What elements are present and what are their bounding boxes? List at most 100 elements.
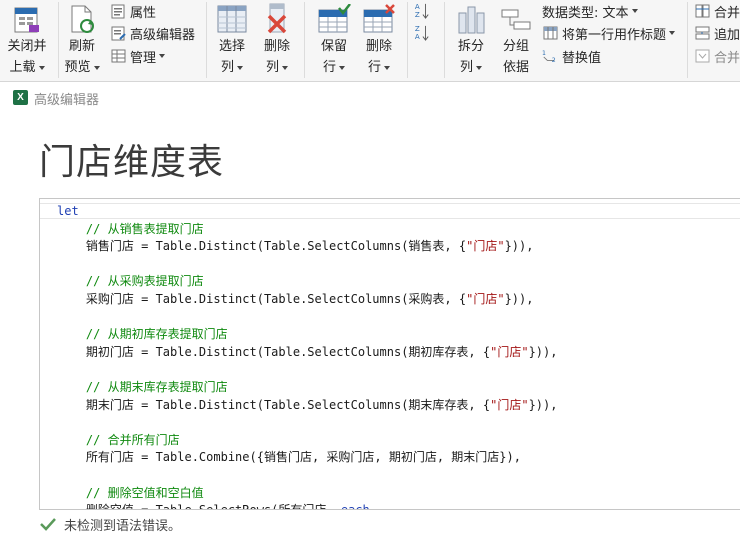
sort-descending-button[interactable]: ZA xyxy=(414,22,436,44)
append-label: 追加 xyxy=(714,27,740,43)
close-and-load-label-1: 关闭并 xyxy=(7,39,47,54)
merge-queries-button[interactable]: 合并 xyxy=(694,0,740,22)
code-line[interactable] xyxy=(57,309,557,327)
code-token: 期末门店 = Table.Distinct(Table.SelectColumn… xyxy=(57,397,491,412)
svg-text:1: 1 xyxy=(542,50,546,57)
group-divider xyxy=(206,2,207,78)
close-and-load-label-2: 上载 xyxy=(9,60,36,75)
advanced-editor-label: 高级编辑器 xyxy=(130,27,196,43)
chevron-down-icon xyxy=(669,31,676,35)
code-line[interactable] xyxy=(57,256,557,274)
data-type-dropdown[interactable]: 数据类型: 文本 xyxy=(542,0,638,22)
split-column-button[interactable]: 拆分 列 xyxy=(452,2,490,78)
combine-files-button[interactable]: 合并 xyxy=(694,45,740,67)
code-line[interactable]: let xyxy=(57,203,557,221)
choose-columns-button[interactable]: 选择 列 xyxy=(212,2,252,78)
code-line[interactable]: 采购门店 = Table.Distinct(Table.SelectColumn… xyxy=(57,291,557,309)
properties-button[interactable]: 属性 xyxy=(110,0,156,22)
remove-columns-icon xyxy=(260,2,294,36)
code-token: // 从期初库存表提取门店 xyxy=(57,327,228,342)
refresh-preview-label-1: 刷新 xyxy=(68,39,95,54)
combine-label: 合并 xyxy=(714,50,740,66)
choose-columns-label-2: 列 xyxy=(220,60,234,75)
sort-ascending-icon: AZ xyxy=(414,2,430,19)
properties-label: 属性 xyxy=(130,5,157,21)
code-token: 采购门店 = Table.Distinct(Table.SelectColumn… xyxy=(57,291,467,306)
group-divider xyxy=(687,2,688,78)
split-column-icon xyxy=(454,2,488,36)
code-token: 销售门店 = Table.Distinct(Table.SelectColumn… xyxy=(57,239,467,254)
code-token: // 从销售表提取门店 xyxy=(57,221,204,236)
split-column-label-2: 列 xyxy=(459,60,473,75)
replace-values-icon: 12 xyxy=(542,48,558,64)
code-text[interactable]: let // 从销售表提取门店 销售门店 = Table.Distinct(Ta… xyxy=(57,203,558,509)
replace-values-button[interactable]: 12 替换值 xyxy=(542,45,601,67)
manage-button[interactable]: 管理 xyxy=(110,45,166,67)
manage-icon xyxy=(110,48,126,64)
remove-rows-label-1: 删除 xyxy=(365,39,392,54)
code-line[interactable]: 所有门店 = Table.Combine({销售门店, 采购门店, 期初门店, … xyxy=(57,449,557,467)
svg-text:Z: Z xyxy=(415,10,420,19)
syntax-status: 未检测到语法错误。 xyxy=(40,515,181,534)
code-line[interactable]: 删除空值 = Table.SelectRows(所有门店, each xyxy=(57,502,557,509)
remove-rows-icon xyxy=(362,2,396,36)
sort-ascending-button[interactable]: AZ xyxy=(414,0,436,22)
remove-rows-button[interactable]: 删除 行 xyxy=(358,2,400,78)
append-queries-button[interactable]: 追加 xyxy=(694,22,740,44)
code-token: let xyxy=(57,204,79,218)
advanced-editor-icon xyxy=(110,25,126,41)
group-by-icon xyxy=(499,2,533,36)
code-token: // 合并所有门店 xyxy=(57,432,180,447)
group-divider xyxy=(444,2,445,78)
code-line[interactable]: 期末门店 = Table.Distinct(Table.SelectColumn… xyxy=(57,397,558,415)
code-token: "门店" xyxy=(466,291,505,306)
code-token: 删除空值 = Table.SelectRows(所有门店, xyxy=(57,503,341,509)
group-divider xyxy=(58,2,59,78)
advanced-editor-button[interactable]: 高级编辑器 xyxy=(110,22,195,44)
group-by-label-2: 依据 xyxy=(502,60,529,75)
refresh-preview-button[interactable]: 刷新 预览 xyxy=(62,2,102,78)
code-line[interactable]: 销售门店 = Table.Distinct(Table.SelectColumn… xyxy=(57,238,557,256)
properties-icon xyxy=(110,3,126,19)
group-divider xyxy=(407,2,408,78)
remove-rows-label-2: 行 xyxy=(367,60,381,75)
code-line[interactable]: // 从期初库存表提取门店 xyxy=(57,326,557,344)
editor-title-bar: X 高级编辑器 xyxy=(0,82,740,112)
code-line[interactable] xyxy=(57,467,557,485)
group-divider xyxy=(304,2,305,78)
code-line[interactable]: // 从期末库存表提取门店 xyxy=(57,379,557,397)
remove-columns-label-1: 删除 xyxy=(263,39,290,54)
code-line[interactable] xyxy=(57,414,557,432)
excel-icon: X xyxy=(13,90,28,105)
remove-columns-button[interactable]: 删除 列 xyxy=(257,2,297,78)
code-token: 所有门店 = Table.Combine({销售门店, 采购门店, 期初门店, … xyxy=(57,450,521,465)
close-and-load-button[interactable]: 关闭并 上载 xyxy=(2,2,52,78)
keep-rows-label-1: 保留 xyxy=(320,39,347,54)
keep-rows-button[interactable]: 保留 行 xyxy=(312,2,356,78)
sort-descending-icon: ZA xyxy=(414,24,430,41)
combine-files-icon xyxy=(694,48,710,64)
replace-values-label: 替换值 xyxy=(562,50,602,66)
refresh-preview-label-2: 预览 xyxy=(64,60,91,75)
chevron-down-icon xyxy=(282,65,288,70)
data-type-label: 数据类型: 文本 xyxy=(542,5,629,21)
code-line[interactable] xyxy=(57,361,557,379)
code-line[interactable]: 期初门店 = Table.Distinct(Table.SelectColumn… xyxy=(57,344,558,362)
svg-text:2: 2 xyxy=(552,57,556,64)
code-editor[interactable]: let // 从销售表提取门店 销售门店 = Table.Distinct(Ta… xyxy=(39,198,740,510)
use-first-row-label: 将第一行用作标题 xyxy=(562,27,667,43)
code-line[interactable]: // 从销售表提取门店 xyxy=(57,221,557,239)
code-line[interactable]: // 合并所有门店 xyxy=(57,432,557,450)
keep-rows-icon xyxy=(317,2,351,36)
code-line[interactable]: // 从采购表提取门店 xyxy=(57,273,557,291)
append-icon xyxy=(694,25,710,41)
group-by-button[interactable]: 分组 依据 xyxy=(496,2,536,78)
code-line[interactable]: // 删除空值和空白值 xyxy=(57,485,557,503)
choose-columns-icon xyxy=(215,2,249,36)
use-first-row-icon xyxy=(542,25,558,41)
check-icon xyxy=(40,518,56,531)
query-title: 门店维度表 xyxy=(39,142,225,183)
code-token: each xyxy=(341,503,370,509)
split-column-label-1: 拆分 xyxy=(457,39,484,54)
use-first-row-as-headers-button[interactable]: 将第一行用作标题 xyxy=(542,22,676,44)
